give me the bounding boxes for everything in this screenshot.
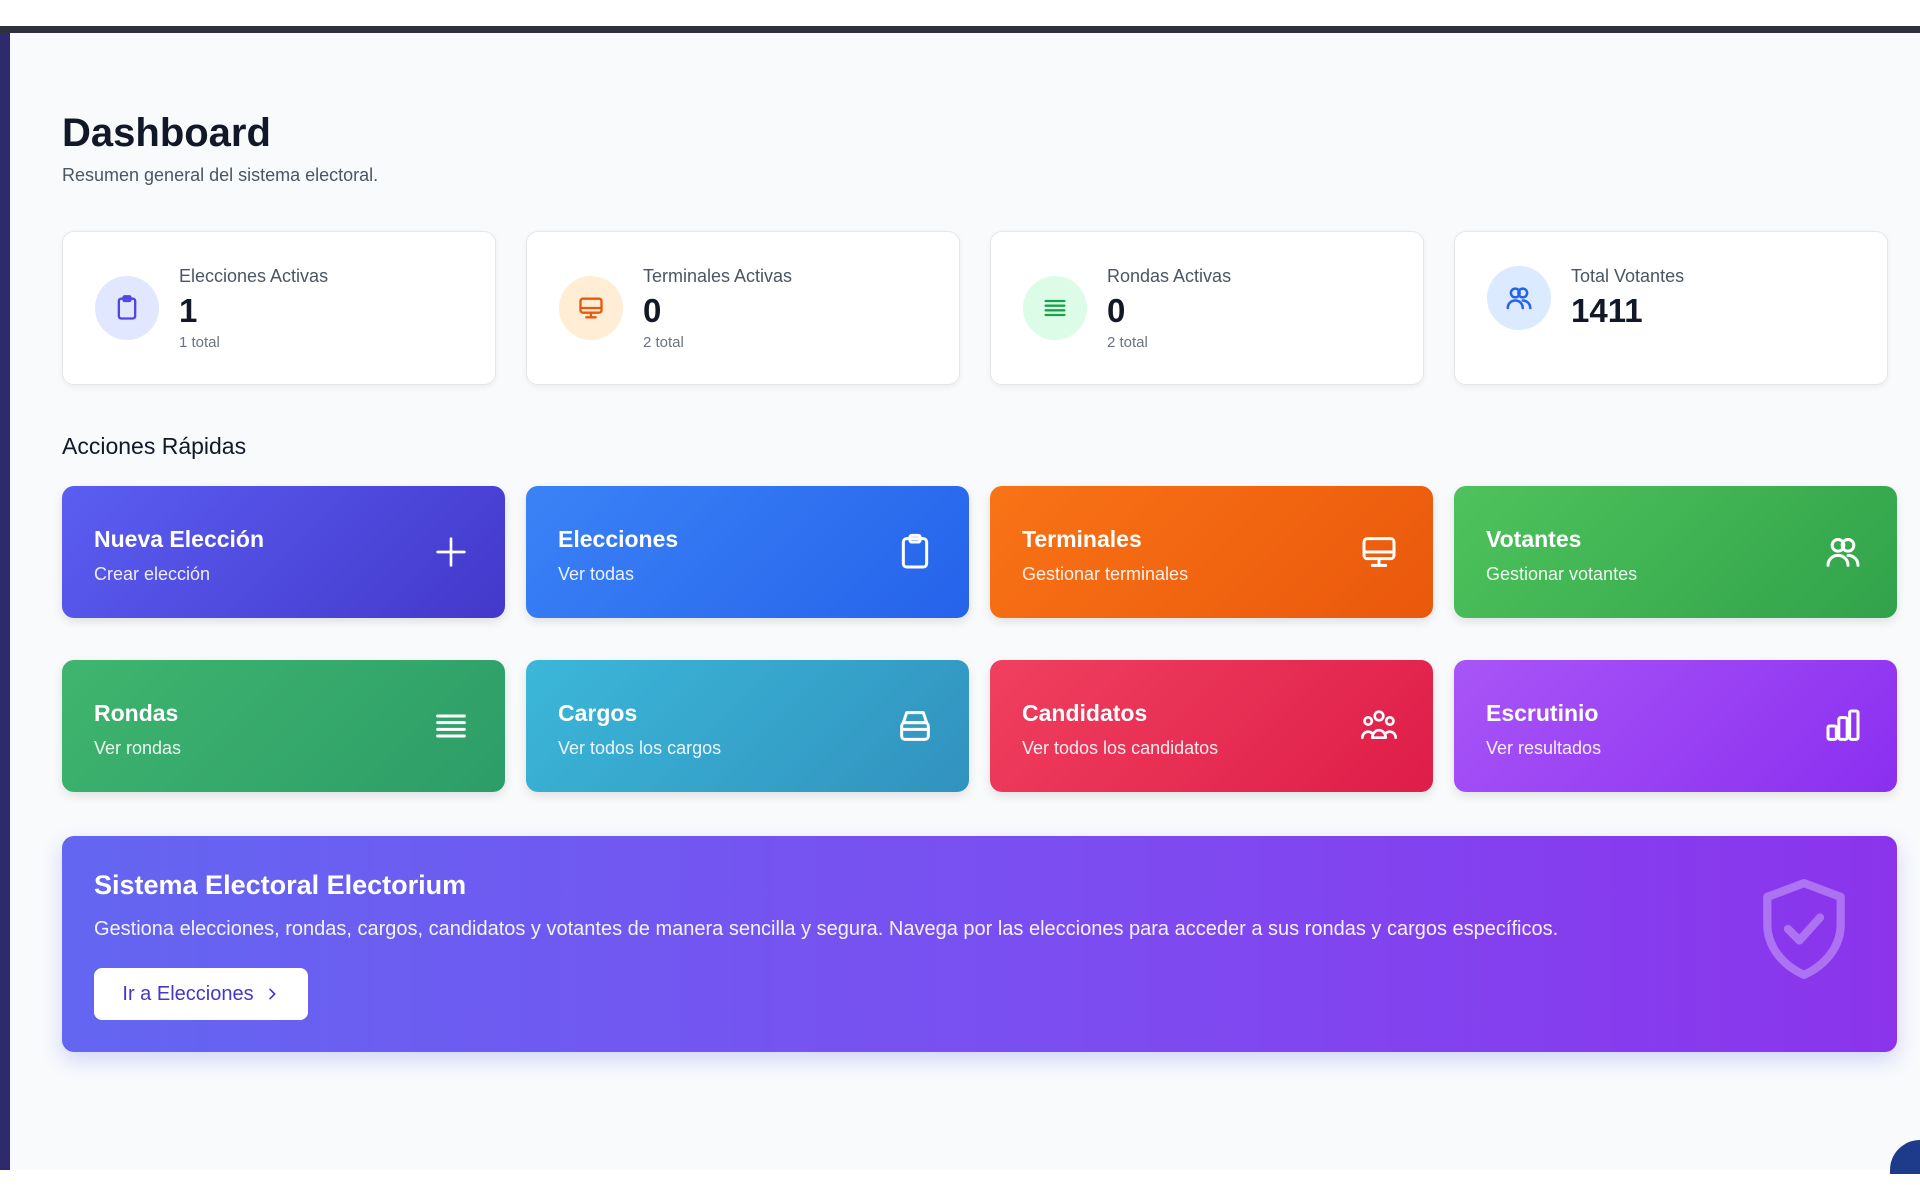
stat-card-elecciones: Elecciones Activas 1 1 total — [62, 231, 496, 385]
action-subtitle: Ver resultados — [1486, 738, 1602, 758]
stat-card-terminales: Terminales Activas 0 2 total — [526, 231, 960, 385]
users-icon — [1826, 538, 1860, 567]
info-banner: Sistema Electoral Electorium Gestiona el… — [62, 836, 1897, 1052]
action-title: Nueva Elección — [94, 526, 265, 552]
action-escrutinio[interactable]: Escrutinio Ver resultados — [1454, 660, 1897, 792]
page-subtitle: Resumen general del sistema electoral. — [62, 165, 379, 185]
action-title: Elecciones — [558, 526, 679, 552]
action-rondas[interactable]: Rondas Ver rondas — [62, 660, 505, 792]
stat-value: 1411 — [1571, 292, 1643, 329]
action-elecciones[interactable]: Elecciones Ver todas — [526, 486, 969, 618]
action-nueva-eleccion[interactable]: Nueva Elección Crear elección — [62, 486, 505, 618]
stat-label: Elecciones Activas — [179, 266, 329, 286]
stat-sub: 2 total — [1107, 334, 1148, 351]
box-icon — [900, 711, 930, 741]
quick-actions-title: Acciones Rápidas — [62, 433, 247, 459]
action-subtitle: Gestionar votantes — [1486, 564, 1638, 584]
action-title: Votantes — [1486, 526, 1582, 552]
action-title: Terminales — [1022, 526, 1142, 552]
page-title: Dashboard — [62, 111, 271, 155]
group-icon — [1361, 710, 1397, 739]
action-terminales[interactable]: Terminales Gestionar terminales — [990, 486, 1433, 618]
action-cargos[interactable]: Cargos Ver todos los cargos — [526, 660, 969, 792]
users-icon — [1487, 266, 1551, 330]
stat-value: 1 — [179, 292, 198, 329]
action-subtitle: Ver todas — [558, 564, 635, 584]
go-to-elecciones-button[interactable]: Ir a Elecciones — [94, 968, 308, 1020]
clipboard-icon — [95, 276, 159, 340]
action-title: Escrutinio — [1486, 700, 1599, 726]
shield-check-icon — [1763, 879, 1845, 979]
window-bottom — [0, 1170, 1920, 1200]
action-subtitle: Ver rondas — [94, 738, 182, 758]
action-title: Rondas — [94, 700, 179, 726]
stat-sub: 1 total — [179, 334, 220, 351]
action-votantes[interactable]: Votantes Gestionar votantes — [1454, 486, 1897, 618]
monitor-icon — [1362, 537, 1396, 567]
banner-title: Sistema Electoral Electorium — [94, 870, 467, 900]
stat-card-votantes: Total Votantes 1411 — [1454, 231, 1888, 385]
plus-icon — [436, 537, 466, 567]
banner-description: Gestiona elecciones, rondas, cargos, can… — [94, 918, 1559, 940]
window-top-border — [0, 26, 1920, 33]
action-subtitle: Gestionar terminales — [1022, 564, 1189, 584]
action-subtitle: Ver todos los cargos — [558, 738, 722, 758]
list-icon — [1023, 276, 1087, 340]
action-title: Candidatos — [1022, 700, 1148, 726]
chevron-right-icon — [268, 988, 276, 1000]
clipboard-icon — [901, 533, 929, 569]
sidebar-edge — [0, 33, 10, 1170]
action-title: Cargos — [558, 700, 638, 726]
bar-chart-icon — [1826, 709, 1860, 741]
button-label: Ir a Elecciones — [122, 982, 254, 1005]
stat-value: 0 — [1107, 292, 1126, 329]
stat-value: 0 — [643, 292, 662, 329]
action-subtitle: Ver todos los candidatos — [1022, 738, 1219, 758]
stat-label: Total Votantes — [1571, 266, 1685, 286]
stat-label: Terminales Activas — [643, 266, 793, 286]
action-candidatos[interactable]: Candidatos Ver todos los candidatos — [990, 660, 1433, 792]
action-subtitle: Crear elección — [94, 564, 211, 584]
stat-label: Rondas Activas — [1107, 266, 1232, 286]
dashboard-page: Dashboard Resumen general del sistema el… — [10, 33, 1920, 1170]
stat-card-rondas: Rondas Activas 0 2 total — [990, 231, 1424, 385]
list-icon — [436, 714, 466, 738]
stat-sub: 2 total — [643, 334, 684, 351]
monitor-icon — [559, 276, 623, 340]
